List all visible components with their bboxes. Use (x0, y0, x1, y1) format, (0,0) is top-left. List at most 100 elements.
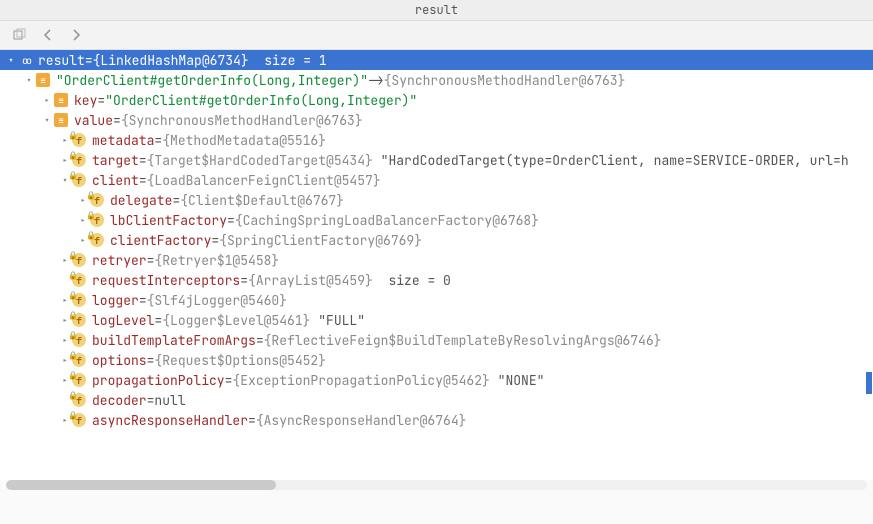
vertical-scroll-marker[interactable] (866, 372, 872, 394)
lock-icon: 🔒 (68, 251, 78, 261)
field-icon: 🔒f (72, 293, 86, 307)
lock-icon: 🔒 (68, 291, 78, 301)
size-text: size = 1 (264, 52, 326, 69)
tree-row[interactable]: ▸ 🔒f propagationPolicy = {ExceptionPropa… (0, 370, 873, 390)
field-icon: 🔒f (72, 353, 86, 367)
var-name: value (74, 112, 113, 129)
tree-row[interactable]: ▸ 🔒f delegate = {Client$Default@6767} (0, 190, 873, 210)
size-text: size = 0 (388, 272, 450, 289)
tree-row[interactable]: ▸ 🔒f target = {Target$HardCodedTarget@54… (0, 150, 873, 170)
var-value: {CachingSpringLoadBalancerFactory@6768} (235, 212, 539, 229)
var-name: logLevel (92, 312, 154, 329)
debug-toolbar (0, 21, 873, 50)
tree-row-entry[interactable]: ▾ ≡ "OrderClient#getOrderInfo(Long,Integ… (0, 70, 873, 90)
var-name: asyncResponseHandler (92, 412, 248, 429)
entry-icon: ≡ (36, 73, 50, 87)
field-icon: 🔒f (72, 413, 86, 427)
entry-key: "OrderClient#getOrderInfo(Long,Integer)" (56, 72, 368, 89)
entry-icon: ≡ (54, 93, 68, 107)
var-name: options (92, 352, 147, 369)
tree-row[interactable]: ▸ 🔒f buildTemplateFromArgs = {Reflective… (0, 330, 873, 350)
field-icon: 🔒f (72, 313, 86, 327)
field-icon: 🔒f (72, 373, 86, 387)
var-name: decoder (92, 392, 147, 409)
lock-icon: 🔒 (68, 171, 78, 181)
tree-row-root[interactable]: ▾ oo result = {LinkedHashMap@6734} size … (0, 50, 873, 70)
tree-row-value[interactable]: ▾ ≡ value = {SynchronousMethodHandler@67… (0, 110, 873, 130)
entry-icon: ≡ (54, 113, 68, 127)
var-value: {AsyncResponseHandler@6764} (256, 412, 467, 429)
var-value: {Client$Default@6767} (180, 192, 344, 209)
var-value: "OrderClient#getOrderInfo(Long,Integer)" (105, 92, 417, 109)
lock-icon: 🔒 (68, 391, 78, 401)
watch-icon: oo (18, 52, 34, 68)
var-value: {Request$Options@5452} (154, 352, 326, 369)
chevron-right-icon[interactable]: ▸ (40, 93, 54, 107)
var-name: target (92, 152, 139, 169)
lock-icon: 🔒 (86, 191, 96, 201)
frames-icon[interactable] (12, 27, 28, 43)
var-value: {MethodMetadata@5516} (162, 132, 326, 149)
lock-icon: 🔒 (68, 151, 78, 161)
var-extra: "FULL" (318, 312, 365, 329)
field-icon: 🔒f (90, 213, 104, 227)
tree-row[interactable]: ▾ 🔒f client = {LoadBalancerFeignClient@5… (0, 170, 873, 190)
var-name: metadata (92, 132, 154, 149)
lock-icon: 🔒 (86, 231, 96, 241)
var-value: {ArrayList@5459} (248, 272, 373, 289)
tree-row[interactable]: ▸ 🔒f asyncResponseHandler = {AsyncRespon… (0, 410, 873, 430)
chevron-down-icon[interactable]: ▾ (40, 113, 54, 127)
tree-row[interactable]: 🔒f requestInterceptors = {ArrayList@5459… (0, 270, 873, 290)
field-icon: 🔒f (90, 193, 104, 207)
var-value: {Logger$Level@5461} (162, 312, 310, 329)
tree-row[interactable]: ▸ 🔒f logLevel = {Logger$Level@5461} "FUL… (0, 310, 873, 330)
tree-row[interactable]: ▸ 🔒f retryer = {Retryer$1@5458} (0, 250, 873, 270)
tree-row[interactable]: ▸ 🔒f options = {Request$Options@5452} (0, 350, 873, 370)
var-extra: "HardCodedTarget(type=OrderClient, name=… (381, 152, 849, 169)
var-extra: "NONE" (498, 372, 545, 389)
var-name: clientFactory (110, 232, 211, 249)
tree-row[interactable]: ▸ 🔒f lbClientFactory = {CachingSpringLoa… (0, 210, 873, 230)
chevron-down-icon[interactable]: ▾ (4, 53, 18, 67)
lock-icon: 🔒 (68, 331, 78, 341)
horizontal-scrollbar[interactable] (6, 480, 867, 490)
null-value: null (154, 392, 185, 409)
var-value: {ReflectiveFeign$BuildTemplateByResolvin… (264, 332, 662, 349)
var-value: {SpringClientFactory@6769} (219, 232, 422, 249)
field-icon: 🔒f (72, 153, 86, 167)
lock-icon: 🔒 (68, 411, 78, 421)
lock-icon: 🔒 (86, 211, 96, 221)
tree-row[interactable]: ▸ 🔒f metadata = {MethodMetadata@5516} (0, 130, 873, 150)
var-name: key (74, 92, 97, 109)
tree-row-key[interactable]: ▸ ≡ key = "OrderClient#getOrderInfo(Long… (0, 90, 873, 110)
var-name: propagationPolicy (92, 372, 225, 389)
scrollbar-thumb[interactable] (6, 480, 276, 490)
var-value: {Slf4jLogger@5460} (147, 292, 287, 309)
var-name: delegate (110, 192, 172, 209)
entry-value: {SynchronousMethodHandler@6763} (384, 72, 626, 89)
var-value: {Retryer$1@5458} (154, 252, 279, 269)
lock-icon: 🔒 (68, 371, 78, 381)
lock-icon: 🔒 (68, 351, 78, 361)
var-value: {ExceptionPropagationPolicy@5462} (232, 372, 489, 389)
tree-row[interactable]: ▸ 🔒f clientFactory = {SpringClientFactor… (0, 230, 873, 250)
field-icon: 🔒f (72, 173, 86, 187)
var-name: client (92, 172, 139, 189)
back-icon[interactable] (40, 27, 56, 43)
lock-icon: 🔒 (68, 271, 78, 281)
tree-row[interactable]: ▸ 🔒f logger = {Slf4jLogger@5460} (0, 290, 873, 310)
var-name: retryer (92, 252, 147, 269)
var-value: {LinkedHashMap@6734} (93, 52, 249, 69)
window-title: result (0, 0, 873, 21)
var-name: lbClientFactory (110, 212, 227, 229)
field-icon: 🔒f (72, 133, 86, 147)
var-name: buildTemplateFromArgs (92, 332, 256, 349)
variables-tree[interactable]: ▾ oo result = {LinkedHashMap@6734} size … (0, 50, 873, 480)
var-name: logger (92, 292, 139, 309)
tree-row[interactable]: 🔒f decoder = null (0, 390, 873, 410)
field-icon: 🔒f (72, 393, 86, 407)
forward-icon[interactable] (68, 27, 84, 43)
var-value: {LoadBalancerFeignClient@5457} (147, 172, 381, 189)
chevron-down-icon[interactable]: ▾ (22, 73, 36, 87)
field-icon: 🔒f (72, 333, 86, 347)
